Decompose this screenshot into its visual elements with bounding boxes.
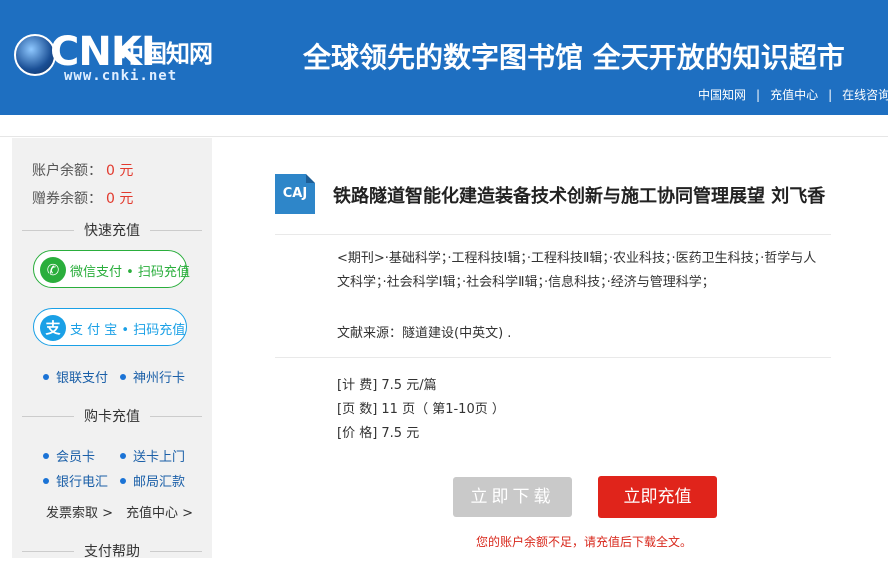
divider xyxy=(275,234,831,235)
account-balance-value: 0 元 xyxy=(106,163,134,179)
invoice-request-link[interactable]: 发票索取 > xyxy=(46,502,113,521)
bank-transfer-link[interactable]: 银行电汇 xyxy=(43,471,108,490)
document-categories: <期刊>·基础科学；·工程科技Ⅰ辑；·工程科技Ⅱ辑；·农业科技；·医药卫生科技；… xyxy=(337,251,817,290)
nav-recharge-center-link[interactable]: 充值中心 xyxy=(770,88,818,102)
download-button[interactable]: 立即下载 xyxy=(453,477,572,517)
caj-file-icon: CAJ xyxy=(275,174,315,214)
document-source: 文献来源：隧道建设(中英文) . xyxy=(337,326,512,341)
nav-separator: | xyxy=(828,88,833,102)
nav-separator: | xyxy=(756,88,761,102)
alipay-icon: 支 xyxy=(40,315,66,341)
divider xyxy=(275,357,831,358)
recharge-button[interactable]: 立即充值 xyxy=(598,476,717,518)
unionpay-link[interactable]: 银联支付 xyxy=(43,367,108,386)
insufficient-balance-notice: 您的账户余额不足，请充值后下载全文。 xyxy=(476,535,693,549)
cnki-logo[interactable]: CNKI 中国知网 www.cnki.net xyxy=(12,28,217,88)
bullet-icon xyxy=(43,478,49,484)
logo-url: www.cnki.net xyxy=(64,68,178,84)
recharge-center-link[interactable]: 充值中心 > xyxy=(126,502,193,521)
card-delivery-link[interactable]: 送卡上门 xyxy=(120,446,185,465)
member-card-link[interactable]: 会员卡 xyxy=(43,446,95,465)
account-balance: 账户余额： 0 元 xyxy=(32,163,134,179)
document-title: 铁路隧道智能化建造装备技术创新与施工协同管理展望 刘飞香 xyxy=(333,186,826,207)
page-count-info: [页 数] 11 页（ 第1-10页 ） xyxy=(337,402,505,417)
fee-info: [计 费] 7.5 元/篇 xyxy=(337,378,437,393)
logo-chinese-name: 中国知网 xyxy=(120,39,213,68)
header-divider xyxy=(0,136,888,137)
bullet-icon xyxy=(43,374,49,380)
alipay-button[interactable]: 支 支 付 宝 • 扫码充值 xyxy=(33,308,187,346)
bullet-icon xyxy=(43,453,49,459)
header-slogan: 全球领先的数字图书馆 全天开放的知识超市 xyxy=(303,41,845,74)
price-info: [价 格] 7.5 元 xyxy=(337,426,420,441)
bullet-icon xyxy=(120,478,126,484)
sidebar: 账户余额： 0 元 赠券余额： 0 元 快速充值 ✆ 微信支付 • 扫码充值 支 支… xyxy=(12,138,212,561)
voucher-balance-value: 0 元 xyxy=(106,191,134,207)
card-recharge-heading: 购卡充值 xyxy=(22,406,202,426)
voucher-balance: 赠券余额： 0 元 xyxy=(32,191,134,207)
nav-online-consult-link[interactable]: 在线咨询 xyxy=(842,88,888,102)
wechat-icon: ✆ xyxy=(40,257,66,283)
bullet-icon xyxy=(120,453,126,459)
shenzhou-card-link[interactable]: 神州行卡 xyxy=(120,367,185,386)
top-nav: 中国知网 | 充值中心 | 在线咨询 xyxy=(698,86,888,103)
site-header: CNKI 中国知网 www.cnki.net 全球领先的数字图书馆 全天开放的知… xyxy=(0,0,888,115)
wechat-pay-button[interactable]: ✆ 微信支付 • 扫码充值 xyxy=(33,250,190,288)
postal-remittance-link[interactable]: 邮局汇款 xyxy=(120,471,185,490)
payment-help-heading: 支付帮助 xyxy=(22,541,202,561)
quick-recharge-heading: 快速充值 xyxy=(22,220,202,240)
bullet-icon xyxy=(120,374,126,380)
nav-cnki-link[interactable]: 中国知网 xyxy=(698,88,746,102)
